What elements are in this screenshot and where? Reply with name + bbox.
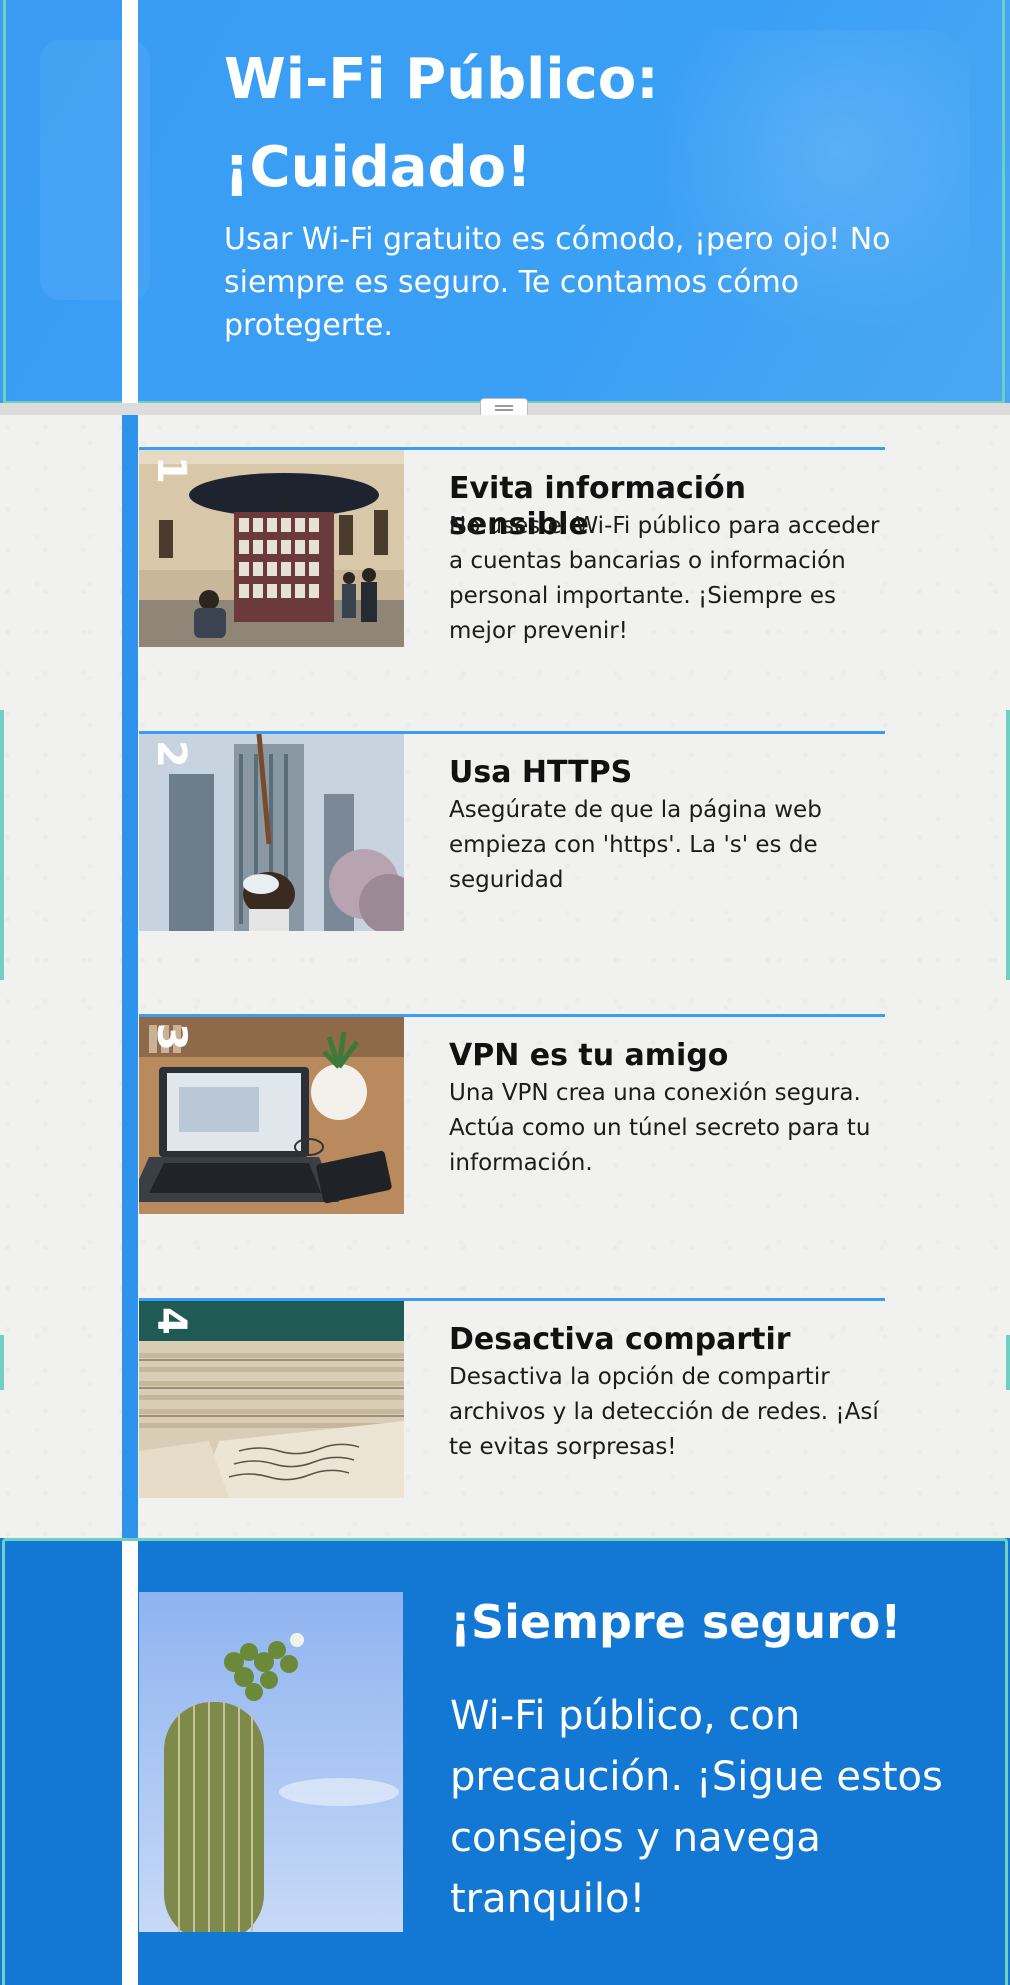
- step-number: 3: [148, 1023, 194, 1051]
- tip-description: Desactiva la opción de compartir archivo…: [449, 1364, 879, 1460]
- footer-text: Wi-Fi público, con precaución. ¡Sigue es…: [450, 1693, 943, 1922]
- tip-item: 1 Evita información sensible No uses el …: [139, 447, 909, 647]
- tip-title: Usa HTTPS: [449, 755, 633, 790]
- tip-description: Asegúrate de que la página web empieza c…: [449, 797, 822, 893]
- frame-edge-right: [1006, 710, 1010, 980]
- tip-item: 2 Usa HTTPS Asegúrate de que la página w…: [139, 731, 909, 931]
- page-subtitle: Usar Wi-Fi gratuito es cómodo, ¡pero ojo…: [224, 222, 891, 343]
- step-number: 2: [148, 740, 194, 768]
- tip-item: 3 VPN es tu amigo Una VPN crea una conex…: [139, 1014, 909, 1214]
- footer-title: ¡Siempre seguro!: [450, 1595, 902, 1649]
- street-vendor-photo: 1: [139, 450, 404, 647]
- timeline-rail: [122, 415, 138, 1540]
- tip-description: Una VPN crea una conexión segura. Actúa …: [449, 1080, 871, 1176]
- paper-stack-photo: 4: [139, 1301, 404, 1498]
- step-number: 1: [148, 456, 194, 484]
- page-title: Wi-Fi Público: ¡Cuidado!: [224, 47, 659, 200]
- cactus-photo: [139, 1592, 403, 1932]
- footer-section: ¡Siempre seguro! Wi-Fi público, con prec…: [0, 1538, 1010, 1985]
- frame-edge-left: [0, 710, 4, 980]
- timeline-rail-bottom: [122, 1541, 138, 1985]
- tip-item: 4 Desactiva compartir Desactiva la opció…: [139, 1298, 909, 1498]
- laptop-desk-photo: 3: [139, 1017, 404, 1214]
- header-section: Wi-Fi Público: ¡Cuidado! Usar Wi-Fi grat…: [0, 0, 1010, 410]
- tip-title: Desactiva compartir: [449, 1322, 791, 1357]
- tip-description: No uses el Wi-Fi público para acceder a …: [449, 513, 880, 644]
- timeline-rail-top: [122, 0, 138, 403]
- frame-edge-left: [0, 1335, 4, 1390]
- tip-title: VPN es tu amigo: [449, 1038, 729, 1073]
- step-number: 4: [148, 1307, 194, 1335]
- skyscraper-photo: 2: [139, 734, 404, 931]
- frame-edge-right: [1006, 1335, 1010, 1390]
